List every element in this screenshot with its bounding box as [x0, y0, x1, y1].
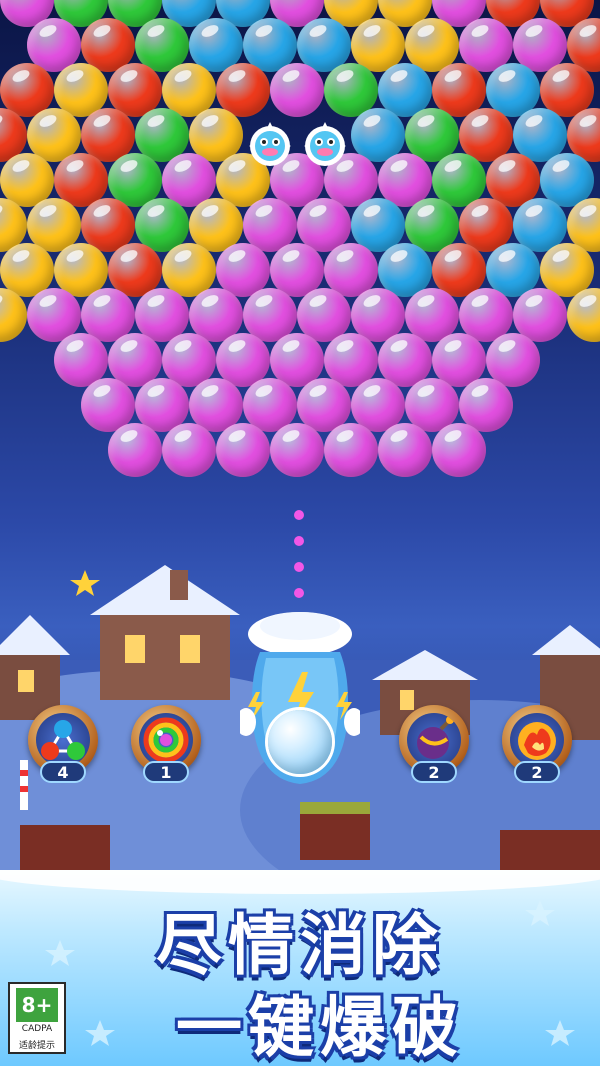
star-decoration	[70, 570, 100, 596]
current-bubble	[268, 710, 332, 774]
promo-banner: 尽情消除 一键爆破	[0, 870, 600, 1066]
house-left	[90, 565, 240, 700]
fireball-icon	[518, 722, 556, 760]
booster-count: 2	[411, 761, 457, 783]
booster-count: 1	[143, 761, 189, 783]
game-board[interactable]: 4 1 2 2	[0, 0, 600, 870]
booster-fireball[interactable]: 2	[502, 705, 572, 783]
age-rating-badge: 8+ CADPA 适龄提示	[8, 982, 66, 1054]
bubble-magenta	[324, 423, 378, 477]
bubble-magenta	[378, 423, 432, 477]
triple-bubble-icon	[41, 720, 85, 760]
age-rating-org: CADPA	[21, 1024, 53, 1034]
booster-count: 2	[514, 761, 560, 783]
booster-triple[interactable]: 4	[28, 705, 98, 783]
aim-dot	[294, 562, 304, 572]
booster-bomb[interactable]: 2	[399, 705, 469, 783]
booster-rainbow[interactable]: 1	[131, 705, 201, 783]
pufferfish-monster-icon	[243, 118, 297, 172]
bubble-magenta	[108, 423, 162, 477]
aim-dot	[294, 536, 304, 546]
bubble-magenta	[432, 423, 486, 477]
aim-dot	[294, 588, 304, 598]
bubble-magenta	[270, 423, 324, 477]
rainbow-bubble-icon	[143, 717, 189, 763]
age-rating-tip: 适龄提示	[18, 1041, 55, 1051]
bubble-magenta	[162, 423, 216, 477]
aim-dot	[294, 510, 304, 520]
bomb-icon	[417, 716, 454, 759]
candy-cane	[20, 760, 28, 810]
bubble-shooter[interactable]	[236, 612, 364, 790]
bubble-magenta	[270, 63, 324, 117]
age-rating-value: 8+	[16, 988, 58, 1022]
booster-count: 4	[40, 761, 86, 783]
bubble-magenta	[216, 423, 270, 477]
pufferfish-monster-icon	[298, 118, 352, 172]
slogan-line-2: 一键爆破	[176, 989, 464, 1066]
